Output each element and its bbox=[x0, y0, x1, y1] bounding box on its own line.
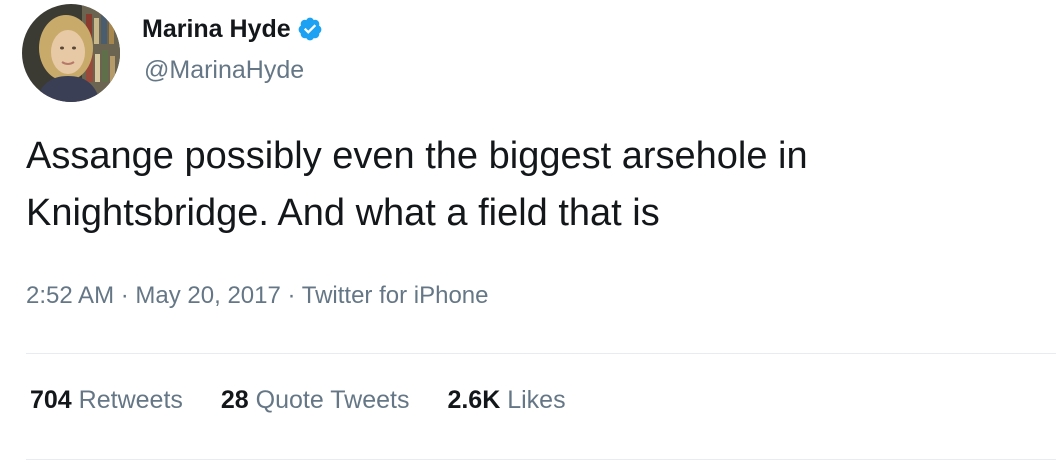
avatar-photo bbox=[22, 4, 120, 102]
likes-label: Likes bbox=[507, 386, 566, 414]
tweet-time: 2:52 AM bbox=[26, 282, 115, 309]
author-display-name[interactable]: Marina Hyde bbox=[142, 15, 291, 44]
divider bbox=[26, 353, 1056, 354]
retweets-count: 704 bbox=[30, 386, 72, 414]
likes-stat[interactable]: 2.6K Likes bbox=[447, 386, 565, 415]
verified-badge-icon bbox=[297, 16, 323, 42]
meta-separator: · bbox=[287, 282, 296, 309]
quote-tweets-label: Quote Tweets bbox=[255, 386, 410, 414]
author-name-row: Marina Hyde bbox=[142, 12, 323, 46]
quote-tweets-count: 28 bbox=[220, 386, 249, 414]
tweet-meta: 2:52 AM · May 20, 2017 · Twitter for iPh… bbox=[26, 282, 489, 310]
engagement-stats: 704 Retweets 28 Quote Tweets 2.6K Likes bbox=[30, 386, 566, 415]
tweet-time-link[interactable]: 2:52 AM · May 20, 2017 bbox=[26, 282, 281, 309]
quote-tweets-stat[interactable]: 28 Quote Tweets bbox=[221, 386, 410, 415]
tweet-text: Assange possibly even the biggest arseho… bbox=[26, 135, 808, 234]
retweets-label: Retweets bbox=[78, 386, 183, 414]
retweets-stat[interactable]: 704 Retweets bbox=[30, 386, 183, 415]
tweet-date: May 20, 2017 bbox=[135, 282, 281, 309]
divider bbox=[26, 459, 1056, 460]
author-handle[interactable]: @MarinaHyde bbox=[144, 56, 304, 85]
meta-separator: · bbox=[120, 282, 129, 309]
tweet-source-link[interactable]: Twitter for iPhone bbox=[302, 282, 489, 309]
likes-count: 2.6K bbox=[447, 386, 501, 414]
avatar[interactable] bbox=[22, 4, 120, 102]
